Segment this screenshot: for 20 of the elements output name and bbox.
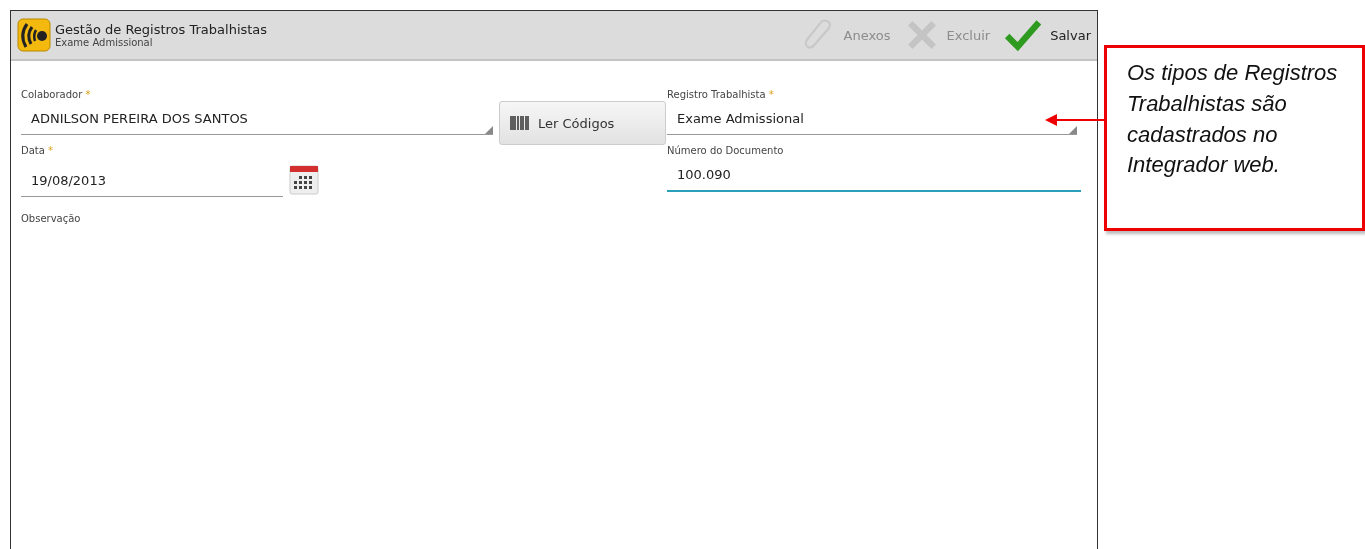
window-subtitle: Exame Admissional — [55, 37, 154, 48]
field-label: Observação — [21, 213, 82, 226]
callout-note: Os tipos de Registros Trabalhistas são cadastrados no Integrador web. — [1104, 45, 1365, 231]
required-marker: * — [85, 89, 91, 100]
date-field[interactable]: 19/08/2013 — [21, 167, 283, 197]
field-label: Registro Trabalhista * — [667, 89, 775, 102]
calendar-icon[interactable] — [289, 165, 319, 195]
arrow-icon — [1045, 114, 1105, 126]
barcode-icon — [510, 116, 530, 130]
required-marker: * — [768, 89, 774, 100]
required-marker: * — [48, 145, 54, 156]
scan-button[interactable]: Ler Códigos — [499, 101, 666, 145]
action-button[interactable]: Salvar — [1004, 18, 1091, 52]
field-label: Número do Documento — [667, 145, 785, 158]
field-label: Data * — [21, 145, 55, 158]
app-logo-icon — [17, 18, 51, 52]
window-title: Gestão de Registros Trabalhistas — [55, 22, 268, 37]
input-field[interactable]: 100.090 — [667, 161, 1081, 192]
field-label: Colaborador * — [21, 89, 92, 102]
checkmark-icon — [1004, 18, 1043, 52]
